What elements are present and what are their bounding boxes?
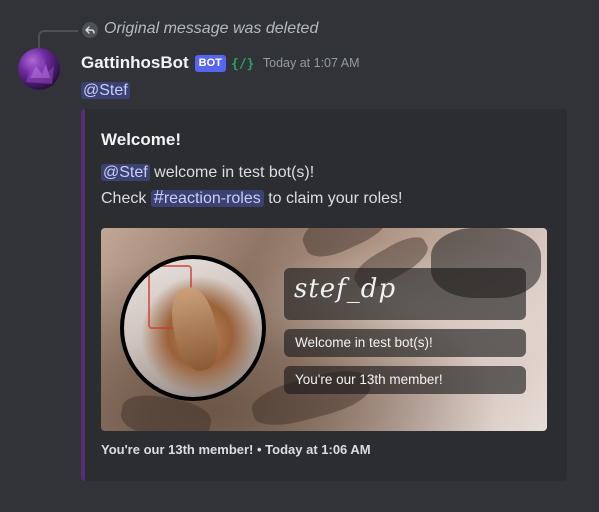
rabbit-shape bbox=[165, 283, 225, 375]
embed-user-mention[interactable]: @Stef bbox=[101, 164, 150, 181]
reply-arrow-icon bbox=[82, 22, 98, 38]
embed-accent-bar bbox=[81, 109, 85, 481]
embed-description: @Stef welcome in test bot(s)! Check #rea… bbox=[101, 161, 551, 211]
embed-description-line-2: Check #reaction-roles to claim your role… bbox=[101, 185, 551, 211]
embed-title: Welcome! bbox=[101, 130, 181, 149]
embed-description-line-1: @Stef welcome in test bot(s)! bbox=[101, 161, 551, 185]
user-mention[interactable]: @Stef bbox=[81, 82, 130, 99]
embed-line2-prefix: Check bbox=[101, 190, 151, 207]
message-content: @Stef bbox=[81, 80, 130, 102]
welcome-card-image[interactable]: stef_dp Welcome in test bot(s)! You're o… bbox=[101, 228, 547, 431]
slash-commands-icon: {/} bbox=[231, 55, 253, 71]
username-banner-text: stef_dp bbox=[294, 274, 397, 304]
author-name[interactable]: GattinhosBot bbox=[81, 53, 189, 73]
member-count-banner: You're our 13th member! bbox=[284, 366, 526, 394]
reply-reference[interactable]: Original message was deleted bbox=[38, 19, 598, 54]
username-banner: stef_dp bbox=[284, 268, 526, 320]
message-header: GattinhosBot BOT {/} Today at 1:07 AM bbox=[81, 51, 591, 75]
avatar[interactable] bbox=[18, 48, 60, 90]
member-count-banner-text: You're our 13th member! bbox=[295, 372, 443, 387]
embed-line2-suffix: to claim your roles! bbox=[263, 190, 403, 207]
channel-hash-icon: # bbox=[153, 187, 164, 207]
svg-text:{/}: {/} bbox=[231, 57, 253, 71]
embed-footer: You're our 13th member! • Today at 1:06 … bbox=[101, 442, 371, 457]
purple-cat-avatar-icon bbox=[26, 58, 54, 84]
channel-name: reaction-roles bbox=[163, 190, 261, 207]
welcome-banner-text: Welcome in test bot(s)! bbox=[295, 335, 433, 350]
welcome-banner: Welcome in test bot(s)! bbox=[284, 329, 526, 357]
member-avatar-photo bbox=[124, 259, 262, 397]
bot-tag: BOT bbox=[194, 54, 226, 72]
discord-message-view: Original message was deleted GattinhosBo… bbox=[0, 0, 599, 512]
channel-mention-reaction-roles[interactable]: #reaction-roles bbox=[150, 187, 264, 207]
welcome-embed: Welcome! @Stef welcome in test bot(s)! C… bbox=[81, 109, 567, 481]
embed-line1-text: welcome in test bot(s)! bbox=[149, 164, 315, 181]
message-timestamp[interactable]: Today at 1:07 AM bbox=[263, 56, 360, 70]
reply-text: Original message was deleted bbox=[104, 20, 319, 37]
